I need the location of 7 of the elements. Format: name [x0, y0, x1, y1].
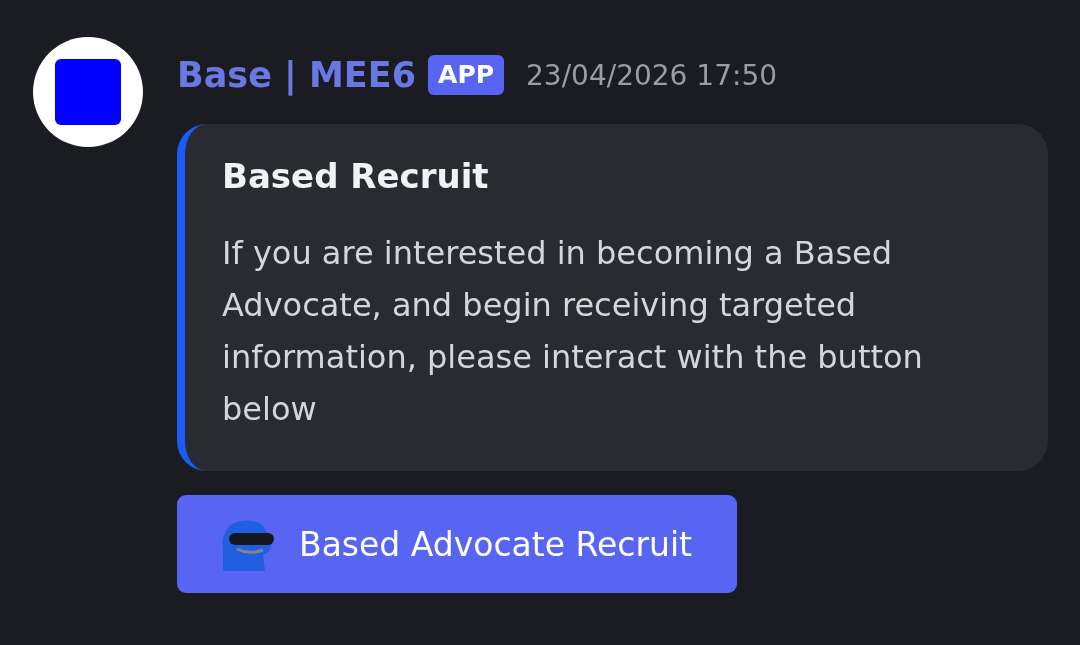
avatar-icon[interactable]: [33, 37, 143, 147]
embed-title: Based Recruit: [222, 155, 490, 198]
message-timestamp: 23/04/2026 17:50: [526, 58, 777, 92]
embed-description: If you are interested in becoming a Based Advocate, and begin receiving targeted information, please interact with the button below: [222, 233, 924, 430]
recruit-button[interactable]: Based Advocate Recruit: [177, 495, 738, 593]
app-badge: APP: [428, 55, 505, 95]
author-name[interactable]: Base | MEE6: [177, 55, 417, 95]
